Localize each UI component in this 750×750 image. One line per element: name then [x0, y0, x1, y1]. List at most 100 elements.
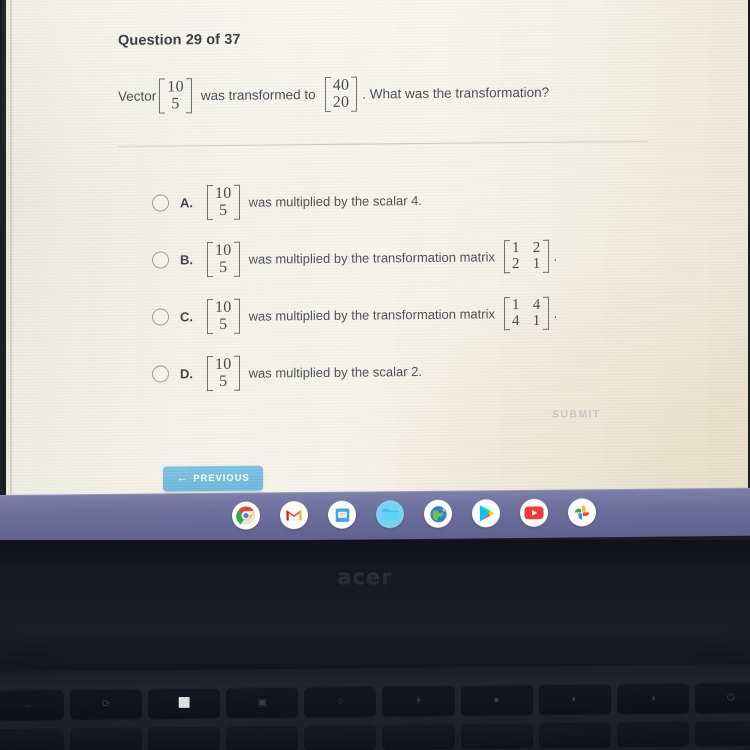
matrix-cell-a: 1	[511, 296, 520, 314]
chrome-app-icon[interactable]	[232, 501, 260, 530]
answer-option-d[interactable]: D. 10 5 was multiplied by the scalar 2.	[152, 340, 712, 402]
answer-option-b[interactable]: B. 10 5 was multiplied by the transforma…	[152, 226, 712, 288]
matrix-row-2: 5	[219, 258, 228, 276]
matrix-cell-c: 2	[511, 255, 520, 272]
keyboard-key[interactable]	[538, 721, 611, 749]
previous-button[interactable]: ← PREVIOUS	[163, 465, 263, 492]
previous-button-label: PREVIOUS	[193, 472, 250, 485]
bracket-right	[185, 78, 192, 114]
option-a-text: was multiplied by the scalar 4.	[248, 193, 423, 210]
keyboard-key[interactable]	[0, 727, 65, 750]
option-c-transformation-matrix: 1 4 4 1	[503, 296, 549, 331]
matrix-rows: 1 2 2 1	[510, 240, 543, 274]
matrix-row-2: 5	[171, 94, 180, 113]
key-mute-icon[interactable]: ●	[460, 684, 533, 716]
matrix-row-2: 4 1	[511, 312, 541, 329]
matrix-row-1: 10	[215, 355, 232, 373]
stem-middle-text: was transformed to	[200, 87, 316, 104]
answer-option-c[interactable]: C. 10 5 was multiplied by the transforma…	[152, 283, 712, 345]
quiz-page: Question 29 of 37 Vector 10 5 was transf…	[6, 0, 748, 499]
earth-app-icon[interactable]	[424, 499, 452, 528]
chromeos-shelf	[0, 487, 750, 543]
radio-button-b[interactable]	[152, 251, 169, 269]
option-letter-a: A.	[180, 195, 193, 211]
matrix-row-1: 10	[167, 78, 184, 96]
key-refresh-icon[interactable]: ⟳	[70, 688, 143, 720]
option-letter-d: D.	[180, 366, 193, 382]
youtube-app-icon[interactable]	[520, 498, 548, 528]
option-c-text: was multiplied by the transformation mat…	[248, 306, 495, 324]
matrix-rows: 10 5	[213, 185, 234, 220]
keyboard-key[interactable]	[694, 719, 750, 747]
key-back-icon[interactable]: ←	[0, 689, 65, 721]
keyboard-key[interactable]	[382, 723, 455, 750]
matrix-row-1: 1 2	[512, 239, 541, 257]
key-brightness-up-icon[interactable]: ☀	[382, 685, 455, 716]
laptop-keyboard: ← ⟳ ⬜ ▣ ○ ☀ ● ◐ ◑ ⏻	[0, 663, 750, 750]
answer-option-a[interactable]: A. 10 5 was multiplied by the scalar 4.	[152, 169, 712, 231]
screen-left-edge	[10, 0, 13, 499]
option-letter-c: C.	[180, 309, 193, 325]
shelf-app-icons	[232, 498, 596, 530]
key-fullscreen-icon[interactable]: ⬜	[148, 687, 221, 719]
radio-button-a[interactable]	[152, 194, 169, 212]
source-vector-matrix: 10 5	[159, 78, 192, 114]
bracket-right	[233, 355, 240, 391]
option-b-vector-matrix: 10 5	[207, 241, 240, 278]
keyboard-key[interactable]	[70, 726, 143, 750]
matrix-row-1: 1 4	[511, 296, 541, 314]
radio-button-c[interactable]	[152, 308, 169, 326]
key-volume-up-icon[interactable]: ◑	[616, 682, 689, 714]
arrow-left-icon: ←	[176, 472, 189, 485]
question-stem: Vector 10 5 was transformed to 40 20 . W…	[118, 75, 549, 114]
key-brightness-down-icon[interactable]: ○	[304, 686, 377, 717]
files-app-icon[interactable]	[376, 500, 404, 529]
keyboard-key[interactable]	[616, 720, 689, 748]
matrix-cell-b: 2	[532, 239, 541, 256]
submit-button[interactable]: SUBMIT	[552, 408, 601, 420]
matrix-row-2: 20	[332, 93, 350, 111]
target-vector-matrix: 40 20	[324, 76, 358, 113]
key-power-icon[interactable]: ⏻	[694, 681, 750, 713]
function-key-row: ← ⟳ ⬜ ▣ ○ ☀ ● ◐ ◑ ⏻	[0, 681, 750, 721]
keyboard-key[interactable]	[460, 722, 533, 750]
matrix-rows: 1 4 4 1	[510, 297, 543, 331]
slides-app-icon[interactable]	[328, 500, 356, 529]
matrix-rows: 10 5	[165, 78, 186, 113]
gmail-app-icon[interactable]	[280, 501, 308, 530]
matrix-cell-d: 1	[532, 255, 541, 272]
number-key-row	[0, 719, 750, 750]
stem-tail-text: . What was the transformation?	[362, 84, 550, 102]
section-divider	[118, 140, 648, 147]
bracket-right	[233, 184, 240, 220]
matrix-rows: 40 20	[331, 77, 352, 112]
bracket-right	[351, 76, 358, 112]
bracket-right	[542, 239, 549, 273]
option-b-text: was multiplied by the transformation mat…	[248, 249, 495, 267]
photograph-of-laptop-screen: Question 29 of 37 Vector 10 5 was transf…	[0, 0, 750, 750]
photos-app-icon[interactable]	[568, 498, 596, 527]
bracket-right	[233, 298, 240, 334]
matrix-row-1: 10	[215, 241, 232, 259]
option-b-transformation-matrix: 1 2 2 1	[503, 239, 549, 274]
radio-button-d[interactable]	[152, 365, 169, 383]
play-store-app-icon[interactable]	[472, 499, 500, 528]
keyboard-key[interactable]	[148, 725, 221, 750]
matrix-rows: 10 5	[213, 299, 234, 334]
option-d-vector-matrix: 10 5	[207, 355, 240, 392]
option-c-tail: .	[553, 305, 558, 321]
keyboard-key[interactable]	[226, 724, 299, 750]
option-a-vector-matrix: 10 5	[207, 184, 240, 221]
matrix-rows: 10 5	[213, 356, 234, 391]
key-volume-down-icon[interactable]: ◐	[538, 683, 611, 715]
matrix-cell-d: 1	[532, 312, 541, 329]
matrix-row-2: 5	[219, 201, 228, 219]
matrix-cell-c: 4	[511, 312, 520, 329]
matrix-row-2: 5	[219, 372, 228, 390]
matrix-rows: 10 5	[213, 242, 234, 277]
matrix-cell-b: 4	[532, 296, 541, 313]
keyboard-key[interactable]	[304, 724, 377, 750]
stem-lead-text: Vector	[118, 88, 157, 105]
key-window-switcher-icon[interactable]: ▣	[226, 686, 299, 718]
question-title: Question 29 of 37	[118, 31, 241, 49]
